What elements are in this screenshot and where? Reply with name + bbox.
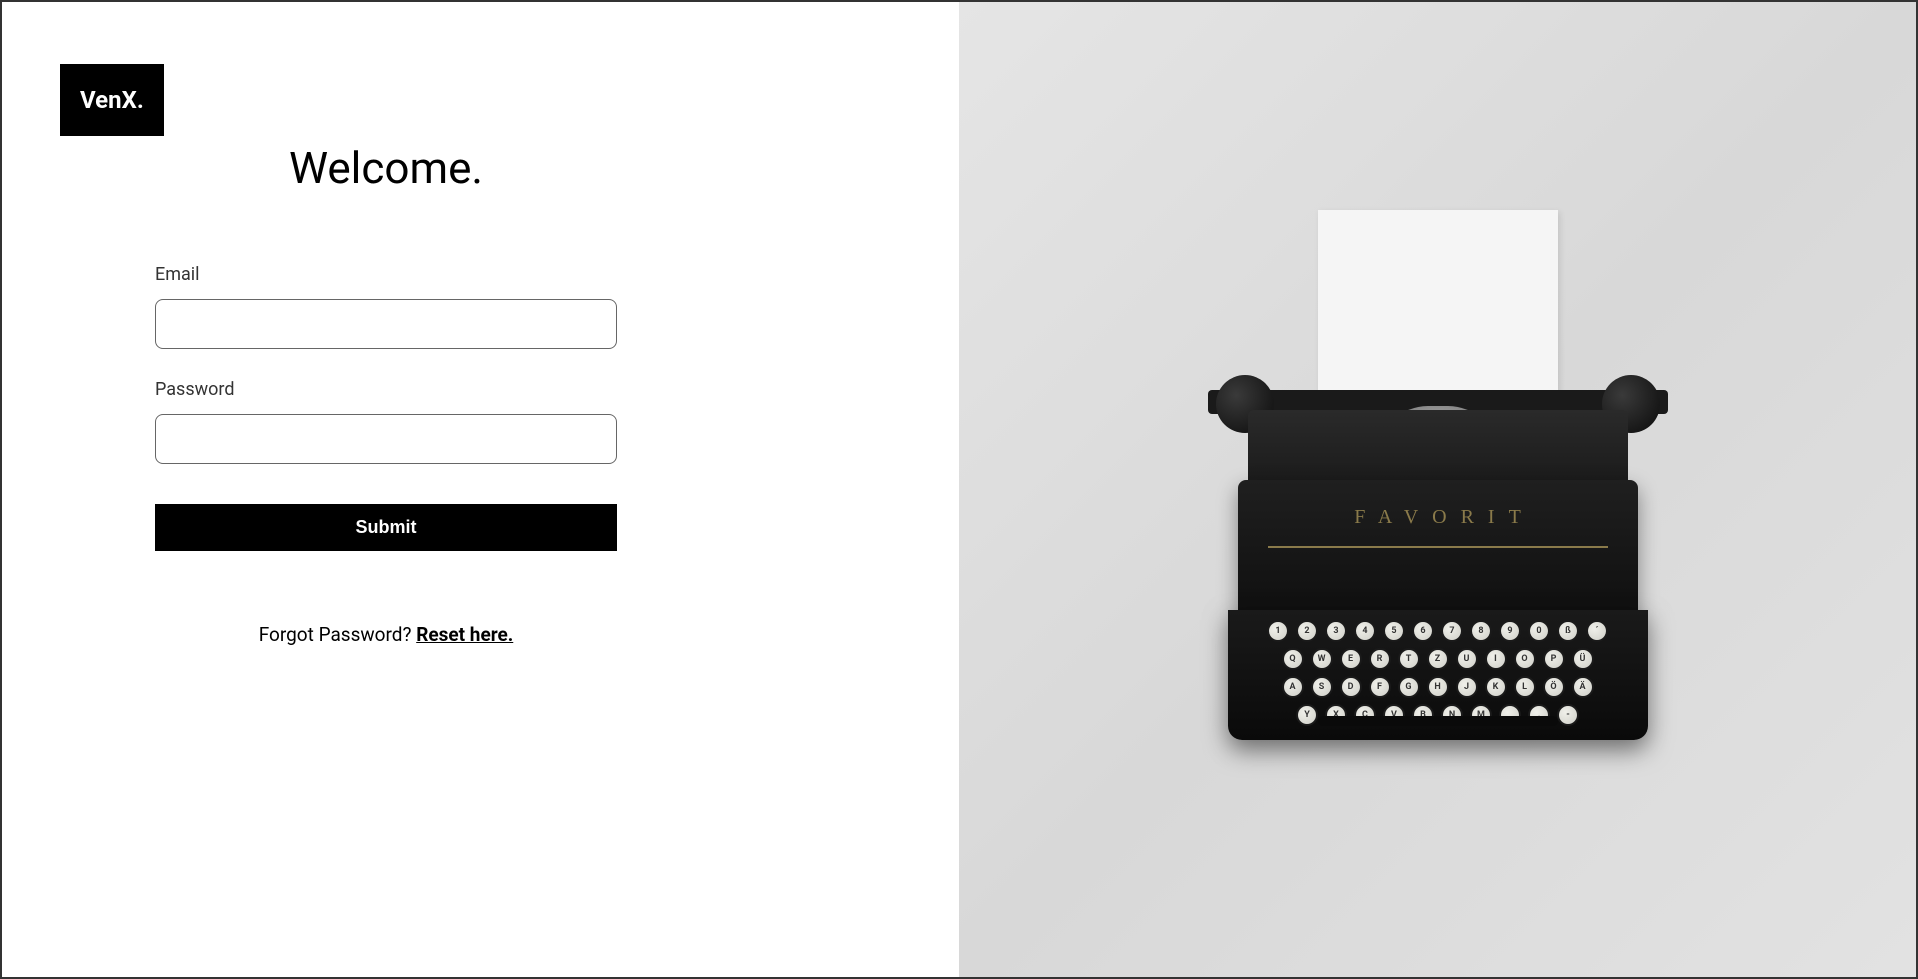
- brand-logo: VenX.: [60, 64, 164, 136]
- password-group: Password: [155, 379, 617, 464]
- page-title: Welcome.: [155, 142, 617, 194]
- typewriter-body-icon: [1238, 480, 1638, 620]
- typewriter-key-icon: 6: [1412, 620, 1434, 642]
- typewriter-key-icon: I: [1485, 648, 1507, 670]
- submit-button[interactable]: Submit: [155, 504, 617, 551]
- typewriter-key-icon: 4: [1354, 620, 1376, 642]
- typewriter-key-icon: ß: [1557, 620, 1579, 642]
- email-group: Email: [155, 264, 617, 349]
- typewriter-icon: FAVORIT 1234567890ß ´ QWERTZUIOPÜ ASDFGHJKL…: [1238, 210, 1638, 770]
- password-label: Password: [155, 379, 617, 400]
- paper-icon: [1318, 210, 1558, 400]
- typewriter-key-icon: 7: [1441, 620, 1463, 642]
- typewriter-key-icon: 1: [1267, 620, 1289, 642]
- typewriter-key-icon: O: [1514, 648, 1536, 670]
- password-field[interactable]: [155, 414, 617, 464]
- typewriter-brand-label: FAVORIT: [1238, 506, 1638, 529]
- typewriter-key-icon: U: [1456, 648, 1478, 670]
- typewriter-key-icon: 8: [1470, 620, 1492, 642]
- typewriter-key-icon: S: [1311, 676, 1333, 698]
- typewriter-key-icon: A: [1282, 676, 1304, 698]
- typewriter-key-icon: G: [1398, 676, 1420, 698]
- login-panel: VenX. Welcome. Email Password Submit For…: [2, 2, 959, 977]
- typewriter-key-icon: 0: [1528, 620, 1550, 642]
- forgot-password-text: Forgot Password? Reset here.: [155, 623, 617, 646]
- typewriter-keyboard-icon: 1234567890ß´QWERTZUIOPÜASDFGHJKLÖÄYXCVBN…: [1228, 610, 1648, 740]
- typewriter-key-icon: L: [1514, 676, 1536, 698]
- typewriter-key-icon: Ü: [1572, 648, 1594, 670]
- email-label: Email: [155, 264, 617, 285]
- login-form: Welcome. Email Password Submit Forgot Pa…: [155, 142, 617, 646]
- typewriter-key-icon: H: [1427, 676, 1449, 698]
- typewriter-key-icon: W: [1311, 648, 1333, 670]
- key-row: 1234567890ß ´: [1244, 620, 1632, 642]
- wing-line-icon: [1268, 546, 1608, 548]
- brand-logo-text: VenX.: [80, 86, 144, 114]
- typewriter-key-icon: -: [1557, 704, 1579, 726]
- spacebar-icon: [1318, 716, 1558, 726]
- typewriter-key-icon: Ö: [1543, 676, 1565, 698]
- typewriter-key-icon: D: [1340, 676, 1362, 698]
- typewriter-key-icon: Q: [1282, 648, 1304, 670]
- typewriter-key-icon: F: [1369, 676, 1391, 698]
- typewriter-body-top-icon: [1248, 410, 1628, 490]
- typewriter-key-icon: 3: [1325, 620, 1347, 642]
- key-row: QWERTZUIOPÜ: [1244, 648, 1632, 670]
- typewriter-key-icon: J: [1456, 676, 1478, 698]
- typewriter-key-icon: Y: [1296, 704, 1318, 726]
- illustration-panel: FAVORIT 1234567890ß ´ QWERTZUIOPÜ ASDFGHJKL…: [959, 2, 1916, 977]
- reset-password-link[interactable]: Reset here.: [416, 623, 513, 646]
- typewriter-key-icon: P: [1543, 648, 1565, 670]
- typewriter-key-icon: E: [1340, 648, 1362, 670]
- typewriter-key-icon: 5: [1383, 620, 1405, 642]
- typewriter-key-icon: Ä: [1572, 676, 1594, 698]
- forgot-password-label: Forgot Password?: [259, 623, 416, 646]
- typewriter-key-icon: T: [1398, 648, 1420, 670]
- typewriter-key-icon: R: [1369, 648, 1391, 670]
- typewriter-key-icon: 2: [1296, 620, 1318, 642]
- typewriter-key-icon: K: [1485, 676, 1507, 698]
- key-row: ASDFGHJKLÖÄ: [1244, 676, 1632, 698]
- typewriter-key-icon: Z: [1427, 648, 1449, 670]
- typewriter-key-icon: 9: [1499, 620, 1521, 642]
- typewriter-key-icon: ´: [1586, 620, 1608, 642]
- email-field[interactable]: [155, 299, 617, 349]
